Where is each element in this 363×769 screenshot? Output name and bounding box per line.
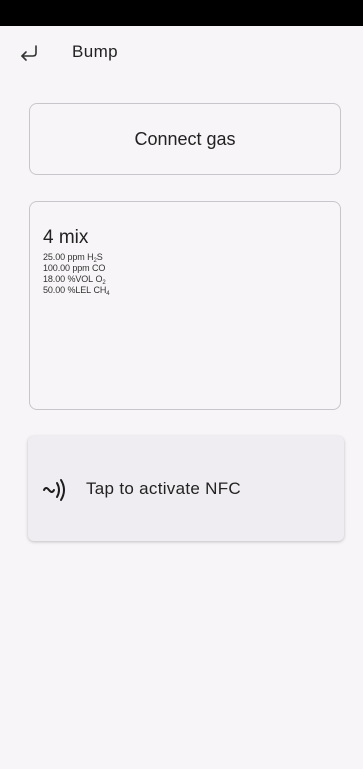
nfc-label: Tap to activate NFC: [86, 479, 241, 498]
gas-mix-card: 4 mix 25.00 ppm H2S 100.00 ppm CO 18.00 …: [29, 201, 341, 410]
nfc-icon: [43, 479, 65, 501]
connect-gas-button[interactable]: Connect gas: [29, 103, 341, 175]
gas-line-o2: 18.00 %VOL O2: [43, 274, 106, 286]
status-bar: [0, 0, 363, 26]
connect-gas-label: Connect gas: [134, 128, 236, 149]
mix-title: 4 mix: [43, 227, 89, 248]
return-arrow-icon: [21, 45, 37, 61]
gas-line-ch4: 50.00 %LEL CH4: [43, 285, 110, 297]
app-header: Bump: [0, 26, 363, 80]
activate-nfc-button[interactable]: Tap to activate NFC: [28, 436, 344, 541]
gas-line-h2s: 25.00 ppm H2S: [43, 252, 103, 264]
gas-line-co: 100.00 ppm CO: [43, 263, 106, 273]
back-button[interactable]: [16, 40, 42, 66]
page-title: Bump: [72, 42, 119, 61]
